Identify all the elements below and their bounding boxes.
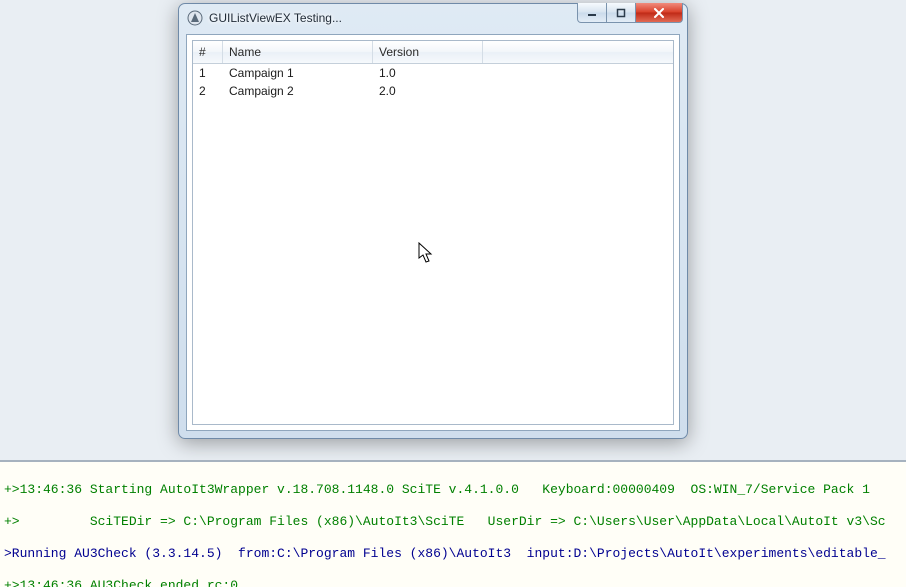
- cell-num: 2: [193, 84, 223, 98]
- listview-header[interactable]: # Name Version: [193, 41, 673, 64]
- app-window[interactable]: GUIListViewEX Testing... # Name Version: [178, 3, 688, 439]
- cell-version: 2.0: [373, 84, 483, 98]
- client-area: # Name Version 1 Campaign 1 1.0 2 Campai…: [186, 34, 680, 431]
- table-row[interactable]: 2 Campaign 2 2.0: [193, 82, 673, 100]
- cell-name: Campaign 1: [223, 66, 373, 80]
- scite-output-pane[interactable]: +>13:46:36 Starting AutoIt3Wrapper v.18.…: [0, 460, 906, 587]
- column-header-num[interactable]: #: [193, 41, 223, 63]
- app-icon: [187, 10, 203, 26]
- console-line: +>13:46:36 AU3Check ended.rc:0: [4, 578, 902, 587]
- console-line: >Running AU3Check (3.3.14.5) from:C:\Pro…: [4, 546, 902, 562]
- column-header-name[interactable]: Name: [223, 41, 373, 63]
- cell-num: 1: [193, 66, 223, 80]
- listview[interactable]: # Name Version 1 Campaign 1 1.0 2 Campai…: [192, 40, 674, 425]
- cell-name: Campaign 2: [223, 84, 373, 98]
- console-line: +>13:46:36 Starting AutoIt3Wrapper v.18.…: [4, 482, 902, 498]
- table-row[interactable]: 1 Campaign 1 1.0: [193, 64, 673, 82]
- console-line: +> SciTEDir => C:\Program Files (x86)\Au…: [4, 514, 902, 530]
- column-header-version[interactable]: Version: [373, 41, 483, 63]
- titlebar[interactable]: GUIListViewEX Testing...: [179, 4, 687, 32]
- close-button[interactable]: [635, 3, 683, 23]
- column-header-empty[interactable]: [483, 41, 673, 63]
- window-controls: [578, 3, 683, 23]
- window-title: GUIListViewEX Testing...: [209, 11, 342, 25]
- cell-version: 1.0: [373, 66, 483, 80]
- maximize-button[interactable]: [606, 3, 636, 23]
- minimize-button[interactable]: [577, 3, 607, 23]
